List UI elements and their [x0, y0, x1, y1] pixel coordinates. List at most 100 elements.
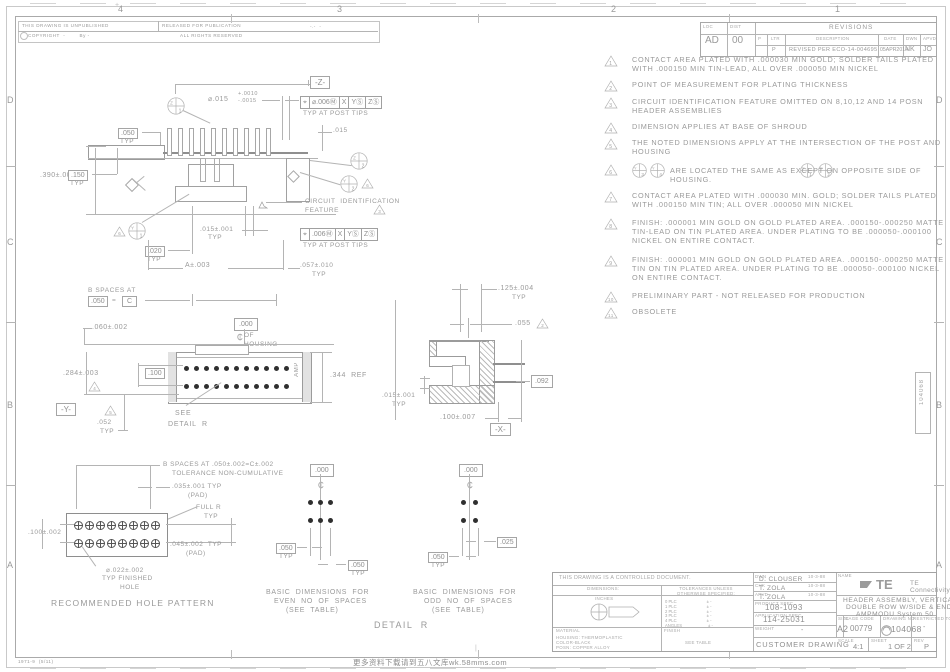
hole-dim-100: .100±.002: [28, 529, 62, 536]
unpublished-note: THIS DRAWING IS UNPUBLISHED: [22, 23, 109, 28]
copyright-icon: [20, 32, 28, 40]
weight-label: WEIGHT: [755, 626, 775, 631]
zone-row-a-right: A: [936, 560, 943, 570]
dim-057-typ: TYP: [312, 271, 327, 278]
fcf-post-tips-lower-label: TYP AT POST TIPS: [303, 242, 369, 249]
restricted-value: -: [923, 624, 926, 631]
svg-text:6: 6: [366, 183, 369, 188]
note-item: 2 POINT OF MEASUREMENT FOR PLATING THICK…: [600, 80, 945, 92]
cl-of-housing-1: OF: [244, 332, 255, 339]
dim-057: .057±.010: [300, 262, 334, 269]
rights-note: ALL RIGHTS RESERVED: [180, 33, 243, 38]
center-mark-bottom: |: [475, 645, 478, 652]
customer-drawing-label: CUSTOMER DRAWING: [756, 640, 850, 649]
dimensions-label: DIMENSIONS:: [587, 586, 620, 591]
pad-045: .045±.002 TYP: [170, 541, 223, 548]
material-value: HOUSING: THERMOPLASTIC COLOR-BLACK POSN:…: [556, 635, 623, 651]
rev-col-apvd: APVD: [923, 36, 937, 41]
b-spaces-value-box: .050: [88, 296, 108, 307]
dim-055: .055: [515, 320, 531, 327]
weight-value: -: [801, 627, 804, 634]
rev-row-ltr: P: [772, 47, 776, 53]
size-value: A2: [837, 624, 849, 634]
svg-text:1: 1: [140, 234, 143, 240]
svg-text:3: 3: [378, 209, 381, 214]
fcf-symbol: ⌖: [301, 97, 310, 108]
note-text: OBSOLETE: [632, 307, 677, 317]
note-text: FINISH: .000001 MIN GOLD ON GOLD PLATED …: [632, 218, 944, 246]
svg-text:10: 10: [608, 297, 614, 302]
rev-loc-label: LOC: [703, 24, 713, 29]
detail-odd-caption-2: ODD NO OF SPACES: [424, 598, 513, 605]
note-flag-4-icon: 4: [604, 122, 618, 134]
rev-row-description: REVISED PER ECO-14-004695: [789, 47, 878, 53]
zone-row-b-left: B: [7, 400, 14, 410]
note-flag-1-icon: 1: [604, 55, 618, 67]
svg-text:11: 11: [608, 314, 614, 319]
svg-text:Y: Y: [343, 179, 346, 184]
svg-text:Y: Y: [634, 165, 637, 170]
dim-125: .125±.004: [498, 285, 534, 292]
svg-text:3: 3: [609, 103, 612, 109]
tolerances-label: TOLERANCES UNLESS OTHERWISE SPECIFIED:: [676, 586, 736, 596]
dim-150-typ: TYP: [70, 180, 85, 187]
dim-015-001: .015±.001: [200, 226, 234, 233]
note-flag-10-icon: 10: [604, 291, 618, 303]
note-flag-6-ref2-icon: 6: [113, 226, 126, 237]
rev-row-dwn: NK: [905, 46, 915, 53]
svg-text:5: 5: [609, 144, 612, 150]
svg-text:TE: TE: [876, 577, 893, 591]
fcf-datum-x: X: [340, 97, 350, 108]
note-item: 7 CONTACT AREA PLATED WITH .000030 MIN. …: [600, 191, 945, 209]
sheet-value: 1 OF 2: [888, 642, 911, 651]
dim-020-typ: TYP: [147, 256, 162, 263]
detail-odd-caption-1: BASIC DIMENSIONS FOR: [413, 589, 517, 596]
brand-text: AMP: [294, 362, 300, 377]
dim-100-box-front: .100: [145, 368, 165, 379]
fcf-post-tips-lower: ⌖ .006Ⓜ X YⓈ ZⓈ: [300, 228, 379, 241]
dim-015: .015: [333, 127, 348, 134]
note-text: PRELIMINARY PART - NOT RELEASED FOR PROD…: [632, 291, 866, 301]
detail-even-caption-3: (SEE TABLE): [286, 607, 339, 614]
rev-col-ltr: LTR: [771, 36, 780, 41]
basic-000-box: .000: [234, 318, 258, 331]
hole-tolerance: TOLERANCE NON-CUMULATIVE: [172, 470, 284, 477]
drawing-no-label: DRAWING NO: [883, 616, 915, 621]
dwn-name: D. CLOUSER: [759, 576, 803, 583]
dim-284: .284±.003: [63, 370, 99, 377]
finished-hole-2: TYP FINISHED: [102, 575, 153, 582]
detail-r-title: DETAIL R: [374, 620, 429, 630]
zone-col-1: 1: [835, 4, 841, 14]
drawing-sheet: 4 3 2 1 D C B A D C B A 104068 THIS DRAW…: [0, 0, 950, 672]
fcf-datum-y: YⓈ: [349, 97, 367, 108]
post: [178, 128, 183, 156]
svg-text:7: 7: [609, 197, 612, 203]
drawing-no-value: 104068: [891, 624, 922, 634]
note-item: 3 CIRCUIT IDENTIFICATION FEATURE OMITTED…: [600, 97, 945, 115]
note-flag-4-ref-icon: 4: [88, 381, 101, 392]
see-detail-2: DETAIL R: [168, 421, 208, 428]
dim-125-typ: TYP: [512, 294, 527, 301]
b-spaces-c-box: C: [122, 296, 138, 307]
post: [244, 128, 249, 156]
restricted-label: RESTRICTED TO: [913, 616, 950, 621]
housing-base-section: [429, 385, 495, 404]
detail-even-basic: .000: [310, 464, 334, 477]
rev-col-dwn: DWN: [906, 36, 918, 41]
zone-row-d-left: D: [7, 95, 14, 105]
note-flag-2-icon: 2: [604, 80, 618, 92]
contact-beam: [200, 158, 206, 182]
datum-z-box: -Z-: [310, 76, 331, 89]
dim-dia-015-tol-dn: -.0015: [238, 98, 257, 104]
note-text: THE NOTED DIMENSIONS APPLY AT THE INTERS…: [632, 138, 941, 157]
svg-text:2: 2: [609, 86, 612, 92]
svg-text:2: 2: [352, 187, 355, 193]
note-flag-8-icon: 8: [604, 218, 618, 230]
dim-dia-015-tol-up: +.0010: [238, 91, 258, 97]
svg-text:Y: Y: [652, 165, 655, 170]
svg-text:1: 1: [179, 109, 182, 115]
detail-even-caption-2: EVEN NO OF SPACES: [274, 598, 367, 605]
cage-value: 00779: [850, 624, 873, 633]
dim-050-typ: TYP: [120, 138, 135, 145]
note-text: DIMENSION APPLIES AT BASE OF SHROUD: [632, 122, 808, 132]
